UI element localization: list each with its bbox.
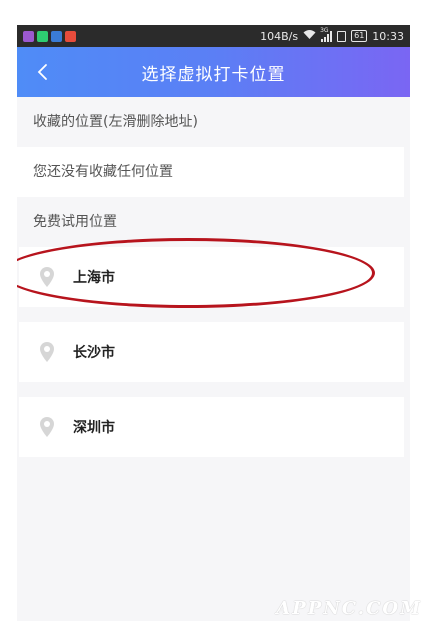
app-notification-icon: [65, 30, 76, 42]
app-notification-icon: [51, 30, 62, 42]
status-right: 104B/s 3G 61 10:33: [260, 27, 404, 43]
sim-icon: [337, 30, 347, 42]
phone-screen: 104B/s 3G 61 10:33 选择虚拟打卡位置 收藏的位置(左滑删除地址…: [17, 25, 410, 621]
location-pin-icon: [40, 342, 54, 362]
notification-icons: [23, 30, 76, 42]
app-notification-icon: [37, 30, 48, 42]
favorites-section-label: 收藏的位置(左滑删除地址): [33, 114, 198, 130]
trial-section-label: 免费试用位置: [33, 214, 117, 230]
highlight-annotation-ellipse: [17, 238, 375, 308]
back-button[interactable]: [29, 59, 55, 85]
trial-location-list: 上海市 长沙市 深圳市: [17, 238, 410, 457]
battery-icon: 61: [351, 30, 368, 42]
nav-bar: 选择虚拟打卡位置: [17, 47, 410, 97]
app-notification-icon: [23, 30, 34, 42]
battery-level: 61: [354, 31, 365, 40]
location-item-shenzhen[interactable]: 深圳市: [19, 397, 404, 457]
clock: 10:33: [372, 29, 404, 43]
location-label: 深圳市: [73, 420, 115, 436]
location-pin-icon: [40, 267, 54, 287]
location-item-shanghai[interactable]: 上海市: [17, 238, 404, 308]
page-title: 选择虚拟打卡位置: [141, 64, 286, 85]
watermark: APPNC.COM: [276, 598, 422, 619]
network-type: 3G: [320, 26, 329, 34]
net-speed: 104B/s: [260, 29, 299, 43]
location-label: 上海市: [73, 270, 115, 286]
favorites-empty-state: 您还没有收藏任何位置: [17, 147, 404, 197]
location-label: 长沙市: [73, 345, 115, 361]
signal-icon: 3G: [320, 27, 333, 42]
chevron-left-icon: [37, 64, 47, 80]
status-bar: 104B/s 3G 61 10:33: [17, 25, 410, 47]
location-item-changsha[interactable]: 长沙市: [19, 322, 404, 382]
wifi-icon: [303, 29, 316, 43]
location-pin-icon: [40, 417, 54, 437]
